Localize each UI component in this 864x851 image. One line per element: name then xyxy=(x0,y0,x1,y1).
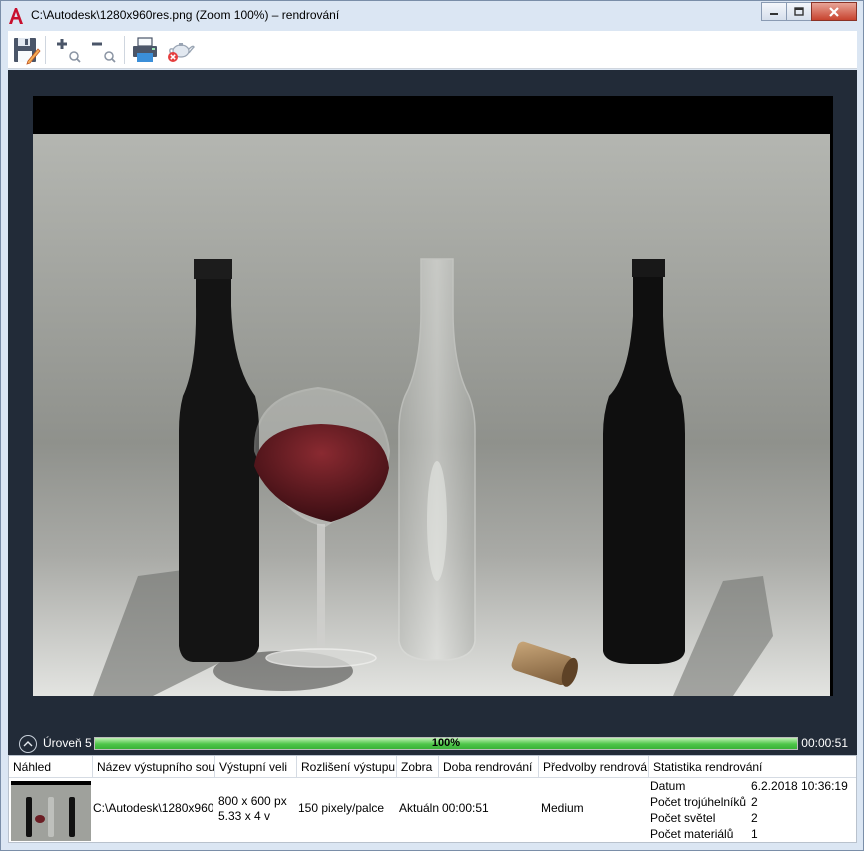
column-header[interactable]: Rozlišení výstupu xyxy=(297,756,397,778)
stat-label: Počet trojúhelníků xyxy=(650,795,747,809)
render-thumbnail xyxy=(11,781,91,841)
autocad-logo-icon[interactable] xyxy=(9,8,23,24)
column-header[interactable]: Výstupní veli xyxy=(215,756,297,778)
output-name: C:\Autodesk\1280x960 xyxy=(93,801,213,815)
stat-value: 2 xyxy=(751,795,758,809)
collapse-button[interactable] xyxy=(19,735,37,753)
column-header[interactable]: Předvolby rendrová xyxy=(539,756,649,778)
stat-value: 6.2.2018 10:36:19 xyxy=(751,779,848,793)
print-button[interactable] xyxy=(129,34,161,66)
render-thumbnail-image xyxy=(11,785,91,841)
zoom-in-icon xyxy=(57,39,81,63)
toolbar xyxy=(8,31,857,69)
toolbar-separator xyxy=(45,36,46,64)
table-row[interactable]: C:\Autodesk\1280x960 800 x 600 px 5.33 x… xyxy=(9,779,856,843)
rendered-image xyxy=(33,96,833,696)
wine-bottles-render xyxy=(33,96,833,696)
progress-percent: 100% xyxy=(431,737,461,749)
chevron-up-icon xyxy=(23,741,33,747)
output-view: Aktuáln xyxy=(399,801,439,815)
column-header[interactable]: Doba rendrování xyxy=(439,756,539,778)
column-header[interactable]: Statistika rendrování xyxy=(649,756,856,778)
render-history-table: Náhled Název výstupního sou Výstupní vel… xyxy=(8,755,857,843)
teapot-cancel-icon xyxy=(168,43,195,62)
render-viewport[interactable] xyxy=(8,70,857,733)
maximize-button[interactable] xyxy=(786,2,812,21)
render-time: 00:00:51 xyxy=(442,801,489,815)
stat-label: Počet světel xyxy=(650,811,716,825)
render-window: C:\Autodesk\1280x960res.png (Zoom 100%) … xyxy=(0,0,864,851)
zoom-in-button[interactable] xyxy=(52,34,84,66)
title-bar[interactable]: C:\Autodesk\1280x960res.png (Zoom 100%) … xyxy=(1,1,863,31)
zoom-out-button[interactable] xyxy=(87,34,119,66)
maximize-icon xyxy=(794,6,804,16)
minimize-icon xyxy=(770,12,778,15)
progress-bar: 100% xyxy=(94,737,798,750)
stat-label: Datum xyxy=(650,779,686,793)
output-resolution: 150 pixely/palce xyxy=(298,801,385,815)
save-button[interactable] xyxy=(10,34,42,66)
table-header: Náhled Název výstupního sou Výstupní vel… xyxy=(9,756,856,778)
print-icon xyxy=(133,37,157,62)
stat-value: 2 xyxy=(751,811,758,825)
render-preset: Medium xyxy=(541,801,584,815)
elapsed-time: 00:00:51 xyxy=(801,736,848,750)
output-size-in: 5.33 x 4 v xyxy=(218,809,271,823)
output-size-px: 800 x 600 px xyxy=(218,794,287,808)
progress-row: Úroveň 5 100% 00:00:51 xyxy=(8,733,857,755)
close-icon xyxy=(829,6,839,17)
zoom-out-icon xyxy=(92,42,116,63)
toolbar-separator xyxy=(124,36,125,64)
cancel-render-button[interactable] xyxy=(164,34,196,66)
stat-label: Počet materiálů xyxy=(650,827,734,841)
close-button[interactable] xyxy=(811,2,857,21)
save-icon xyxy=(14,38,41,65)
column-header[interactable]: Náhled xyxy=(9,756,93,778)
column-header[interactable]: Název výstupního sou xyxy=(93,756,215,778)
render-level-label: Úroveň 5 xyxy=(43,736,92,750)
minimize-button[interactable] xyxy=(761,2,787,21)
stat-value: 1 xyxy=(751,827,758,841)
column-header[interactable]: Zobra xyxy=(397,756,439,778)
window-title: C:\Autodesk\1280x960res.png (Zoom 100%) … xyxy=(31,8,340,22)
